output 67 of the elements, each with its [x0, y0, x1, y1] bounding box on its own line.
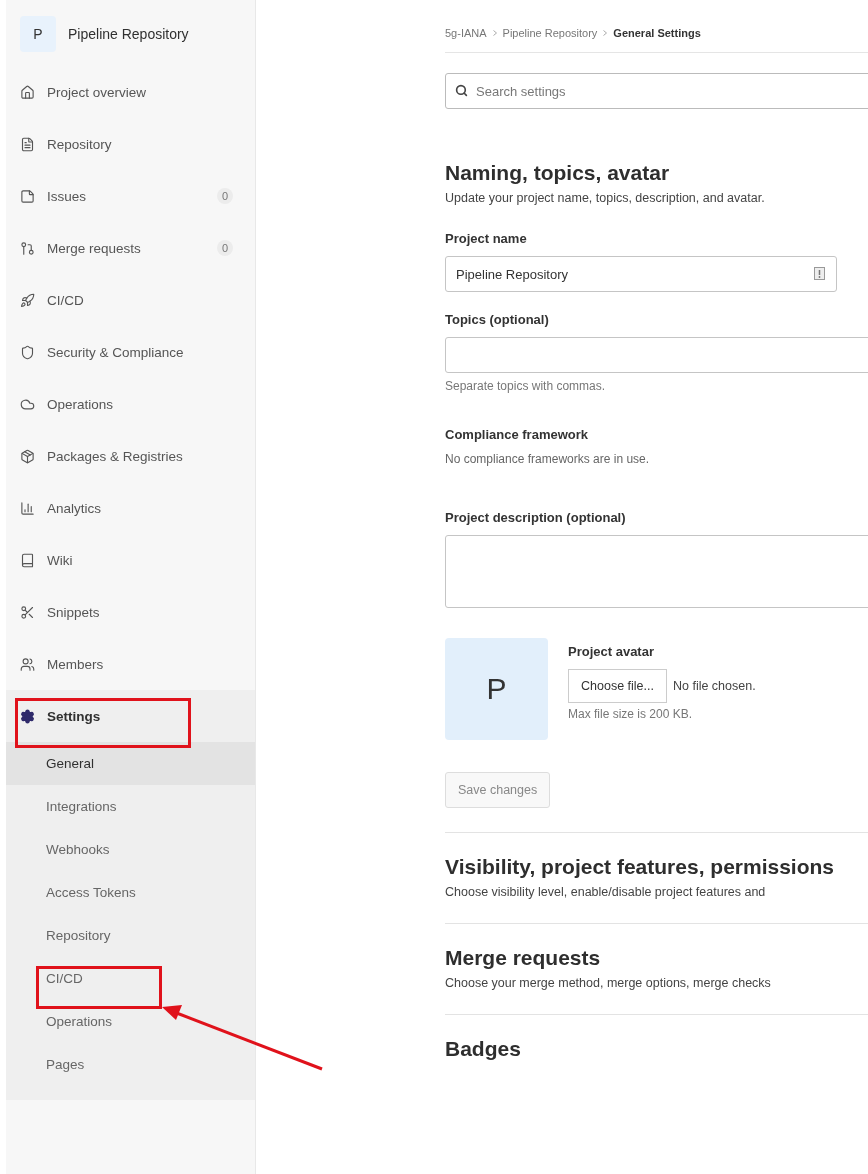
submenu-item[interactable]: Operations	[6, 1000, 255, 1043]
chevron-icon	[492, 30, 497, 36]
submenu-item[interactable]: Repository	[6, 914, 255, 957]
cloud-icon	[20, 396, 35, 412]
submenu-item[interactable]: General	[6, 742, 255, 785]
topics-field[interactable]	[445, 337, 868, 373]
field-label: Project avatar	[568, 644, 655, 659]
sidebar-item[interactable]: Security & Compliance	[6, 326, 255, 378]
submenu-item[interactable]: Access Tokens	[6, 871, 255, 914]
submenu-item[interactable]: Pages	[6, 1043, 255, 1086]
shield-icon	[20, 344, 35, 360]
settings-icon	[20, 708, 35, 724]
field-label: Project name	[445, 231, 528, 246]
submenu-item[interactable]: CI/CD	[6, 957, 255, 1000]
section-description: Choose your merge method, merge options, merge checks	[445, 976, 772, 990]
sidebar-item[interactable]: Settings	[6, 690, 255, 742]
note-icon	[20, 188, 35, 204]
file-status: No file chosen.	[672, 679, 756, 693]
description-field[interactable]	[445, 535, 868, 608]
info-text: No compliance frameworks are in use.	[445, 452, 651, 466]
count-badge: 0	[216, 188, 233, 204]
sidebar-item[interactable]: Project overview	[6, 66, 255, 118]
choose-file-button[interactable]: Choose file...	[568, 669, 667, 703]
merge-icon	[20, 240, 35, 256]
avatar-tile: P	[445, 638, 548, 740]
sidebar-item[interactable]: Analytics	[6, 482, 255, 534]
sidebar-item[interactable]: Repository	[6, 118, 255, 170]
search-icon	[455, 84, 468, 97]
help-text: Separate topics with commas.	[445, 379, 607, 393]
bar-chart-icon	[20, 500, 35, 516]
sidebar-item[interactable]: CI/CD	[6, 274, 255, 326]
breadcrumb-link[interactable]: General Settings	[613, 27, 701, 39]
sidebar-item[interactable]: Members	[6, 638, 255, 690]
sidebar-item[interactable]: Snippets	[6, 586, 255, 638]
project-name-field[interactable]: Pipeline Repository	[445, 256, 837, 292]
scissors-icon	[20, 604, 35, 620]
users-icon	[20, 656, 35, 672]
search-field[interactable]: Search settings	[445, 73, 868, 109]
rocket-icon	[20, 292, 35, 308]
field-label: Topics (optional)	[445, 312, 550, 327]
sidebar-item[interactable]: Wiki	[6, 534, 255, 586]
help-text: Max file size is 200 KB.	[568, 707, 694, 721]
field-label: Project description (optional)	[445, 510, 627, 525]
project-avatar: P	[20, 16, 56, 52]
sidebar-item[interactable]: Issues 0	[6, 170, 255, 222]
chevron-icon	[603, 30, 608, 36]
project-title[interactable]: Pipeline Repository	[68, 26, 189, 42]
book-icon	[20, 552, 35, 568]
sidebar-item[interactable]: Packages & Registries	[6, 430, 255, 482]
field-label: Compliance framework	[445, 427, 590, 442]
section-heading: Naming, topics, avatar	[445, 161, 671, 185]
breadcrumb-link[interactable]: 5g-IANA	[445, 27, 487, 39]
submenu-item[interactable]: Webhooks	[6, 828, 255, 871]
count-badge: 0	[216, 240, 233, 256]
package-icon	[20, 448, 35, 464]
sidebar-item[interactable]: Merge requests 0	[6, 222, 255, 274]
breadcrumb-link[interactable]: Pipeline Repository	[502, 27, 598, 39]
section-heading: Badges	[445, 1037, 522, 1061]
alert-icon	[814, 267, 825, 280]
section-heading: Merge requests	[445, 946, 602, 970]
section-heading: Visibility, project features, permissions	[445, 855, 836, 879]
section-description: Update your project name, topics, description, and avatar.	[445, 191, 766, 205]
section-description: Choose visibility level, enable/disable project features and	[445, 885, 767, 899]
submenu-item[interactable]: Integrations	[6, 785, 255, 828]
document-icon	[20, 136, 35, 152]
sidebar-item[interactable]: Operations	[6, 378, 255, 430]
house-icon	[20, 84, 35, 100]
